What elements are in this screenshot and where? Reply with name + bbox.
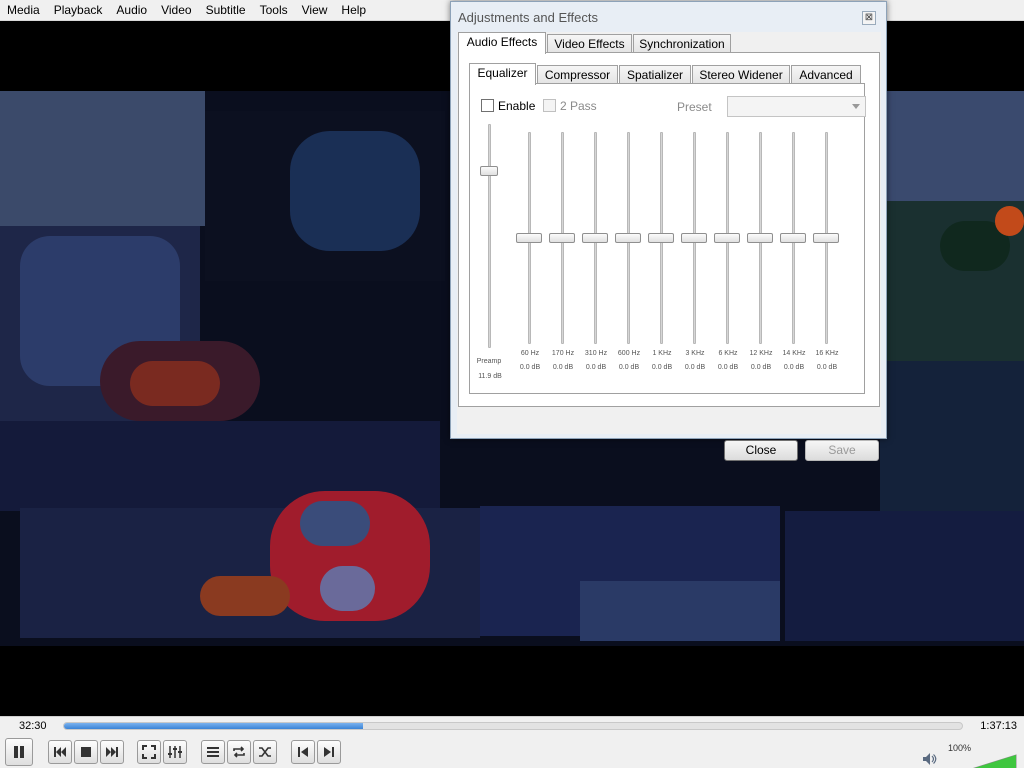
loop-button[interactable] xyxy=(227,740,251,764)
playlist-button[interactable] xyxy=(201,740,225,764)
band-value-label: 0.0 dB xyxy=(717,364,739,371)
band-frequency-label: 14 KHz xyxy=(782,350,806,357)
preamp-label: Preamp xyxy=(476,358,502,365)
volume-slider[interactable] xyxy=(944,753,1018,768)
shuffle-icon xyxy=(259,747,271,757)
menu-tools[interactable]: Tools xyxy=(253,0,295,21)
band-frequency-label: 6 KHz xyxy=(718,350,738,357)
speaker-icon[interactable] xyxy=(922,752,938,766)
volume-level-fill xyxy=(974,755,1016,768)
frame-forward-icon xyxy=(324,747,334,757)
tab-compressor[interactable]: Compressor xyxy=(537,65,618,85)
band-value-label: 0.0 dB xyxy=(651,364,673,371)
close-button[interactable]: Close xyxy=(724,440,798,461)
skip-forward-icon xyxy=(106,747,118,757)
band-frequency-label: 170 Hz xyxy=(551,350,575,357)
menu-view[interactable]: View xyxy=(295,0,335,21)
band-thumb[interactable] xyxy=(549,233,575,243)
frame-back-icon xyxy=(298,747,308,757)
band-value-label: 0.0 dB xyxy=(750,364,772,371)
band-frequency-label: 12 KHz xyxy=(749,350,773,357)
control-bar: 32:30 1:37:13 100% xyxy=(0,716,1024,768)
previous-button[interactable] xyxy=(48,740,72,764)
band-thumb[interactable] xyxy=(747,233,773,243)
menu-help[interactable]: Help xyxy=(334,0,373,21)
tab-equalizer[interactable]: Equalizer xyxy=(469,63,536,85)
menu-media[interactable]: Media xyxy=(0,0,47,21)
tab-stereo-widener[interactable]: Stereo Widener xyxy=(692,65,790,85)
stop-button[interactable] xyxy=(74,740,98,764)
preamp-thumb[interactable] xyxy=(480,166,498,177)
seek-progress-fill xyxy=(64,723,364,729)
band-value-label: 0.0 dB xyxy=(519,364,541,371)
band-value-label: 0.0 dB xyxy=(783,364,805,371)
tab-audio-effects[interactable]: Audio Effects xyxy=(458,32,546,54)
tab-synchronization[interactable]: Synchronization xyxy=(633,34,731,54)
dialog-title: Adjustments and Effects xyxy=(458,10,598,25)
preamp-track xyxy=(488,124,491,348)
menu-audio[interactable]: Audio xyxy=(109,0,154,21)
band-frequency-label: 3 KHz xyxy=(685,350,705,357)
two-pass-label: 2 Pass xyxy=(560,99,597,113)
band-value-label: 0.0 dB xyxy=(585,364,607,371)
band-thumb[interactable] xyxy=(780,233,806,243)
band-value-label: 0.0 dB xyxy=(684,364,706,371)
band-frequency-label: 310 Hz xyxy=(584,350,608,357)
shuffle-button[interactable] xyxy=(253,740,277,764)
tab-video-effects[interactable]: Video Effects xyxy=(547,34,632,54)
band-thumb[interactable] xyxy=(615,233,641,243)
band-frequency-label: 1 KHz xyxy=(652,350,672,357)
volume-percent: 100% xyxy=(948,743,972,753)
band-thumb[interactable] xyxy=(648,233,674,243)
preset-label: Preset xyxy=(677,100,712,114)
menu-playback[interactable]: Playback xyxy=(47,0,110,21)
band-value-label: 0.0 dB xyxy=(552,364,574,371)
enable-checkbox[interactable] xyxy=(481,99,494,112)
enable-label: Enable xyxy=(498,99,536,113)
menu-subtitle[interactable]: Subtitle xyxy=(199,0,253,21)
preamp-value: 11.9 dB xyxy=(478,373,502,380)
loop-icon xyxy=(233,746,245,758)
equalizer-panel: Enable 2 Pass Preset Preamp 11.9 dB 60 H… xyxy=(469,83,866,394)
equalizer-sliders-icon xyxy=(168,746,182,758)
menu-video[interactable]: Video xyxy=(154,0,198,21)
band-thumb[interactable] xyxy=(516,233,542,243)
chevron-down-icon xyxy=(852,104,860,109)
pause-icon xyxy=(14,746,24,758)
band-frequency-label: 60 Hz xyxy=(520,350,540,357)
audio-effects-panel: Equalizer Compressor Spatializer Stereo … xyxy=(458,52,880,407)
next-button[interactable] xyxy=(100,740,124,764)
dialog-close-icon[interactable]: ⊠ xyxy=(862,11,876,25)
playlist-icon xyxy=(207,747,219,757)
band-thumb[interactable] xyxy=(681,233,707,243)
band-value-label: 0.0 dB xyxy=(618,364,640,371)
fullscreen-icon xyxy=(142,745,156,759)
seek-slider[interactable] xyxy=(63,722,963,730)
band-value-label: 0.0 dB xyxy=(816,364,838,371)
adjustments-dialog: Adjustments and Effects ⊠ Audio Effects … xyxy=(450,1,887,461)
time-elapsed[interactable]: 32:30 xyxy=(19,720,47,732)
vlc-window: Media Playback Audio Video Subtitle Tool… xyxy=(0,0,1024,768)
skip-back-icon xyxy=(54,747,66,757)
extended-settings-button[interactable] xyxy=(163,740,187,764)
stop-icon xyxy=(81,747,91,757)
frame-back-button[interactable] xyxy=(291,740,315,764)
two-pass-checkbox[interactable] xyxy=(543,99,556,112)
pause-button[interactable] xyxy=(5,738,33,766)
band-frequency-label: 16 KHz xyxy=(815,350,839,357)
dialog-body: Audio Effects Video Effects Synchronizat… xyxy=(457,32,881,461)
time-total[interactable]: 1:37:13 xyxy=(980,720,1017,732)
band-thumb[interactable] xyxy=(714,233,740,243)
preset-dropdown[interactable] xyxy=(727,96,866,117)
tab-spatializer[interactable]: Spatializer xyxy=(619,65,691,85)
band-thumb[interactable] xyxy=(582,233,608,243)
save-button[interactable]: Save xyxy=(805,440,879,461)
fullscreen-button[interactable] xyxy=(137,740,161,764)
tab-advanced[interactable]: Advanced xyxy=(791,65,861,85)
band-frequency-label: 600 Hz xyxy=(617,350,641,357)
band-thumb[interactable] xyxy=(813,233,839,243)
frame-forward-button[interactable] xyxy=(317,740,341,764)
